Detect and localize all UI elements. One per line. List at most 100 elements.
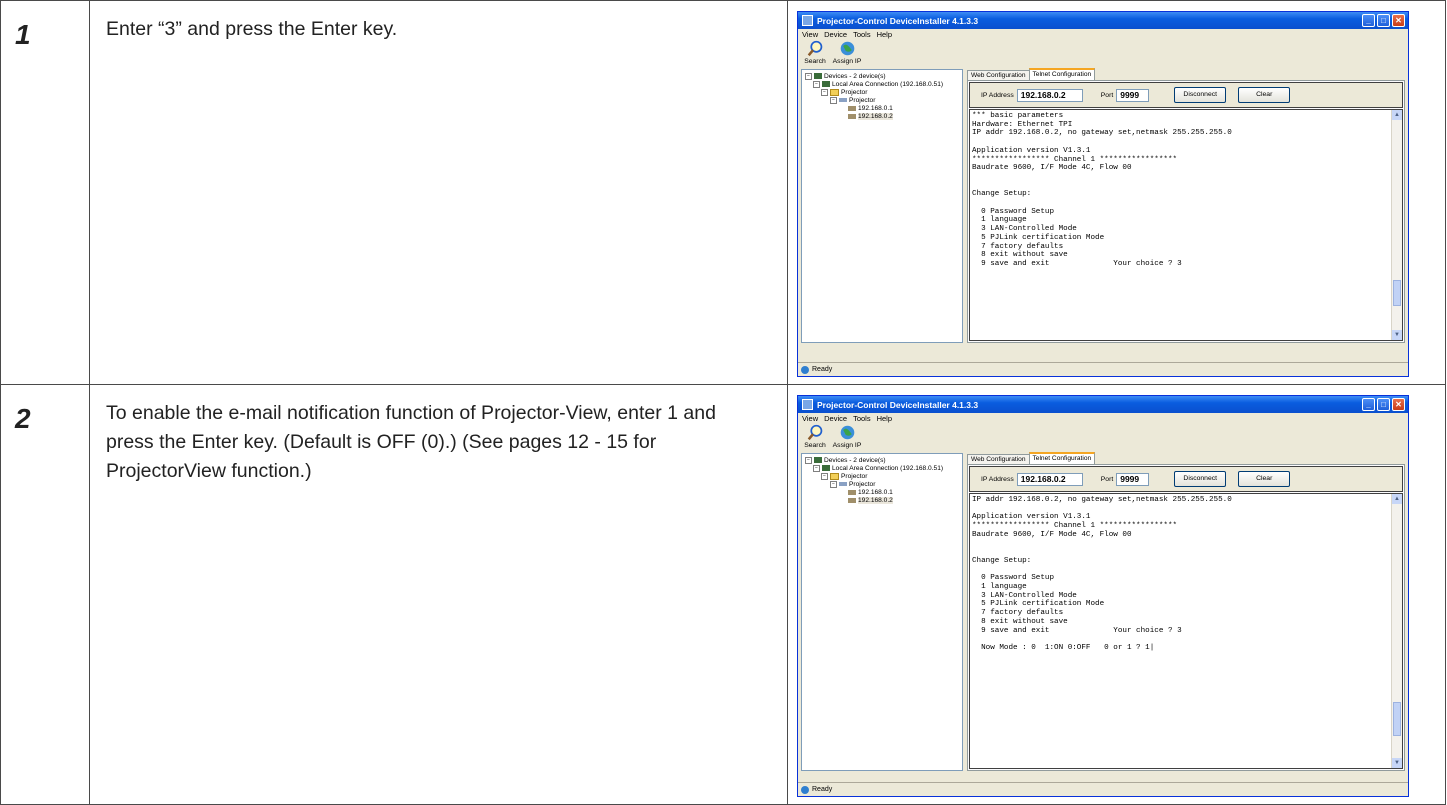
close-button[interactable]: ✕: [1392, 398, 1405, 411]
status-text: Ready: [812, 366, 833, 373]
close-button[interactable]: ✕: [1392, 14, 1405, 27]
tree-node-devices[interactable]: − Devices - 2 device(s): [802, 72, 962, 80]
collapse-icon[interactable]: −: [821, 88, 828, 96]
globe-icon: [840, 425, 854, 440]
menu-device[interactable]: Device: [824, 30, 847, 39]
menu-bar: View Device Tools Help: [798, 413, 1408, 423]
telnet-console[interactable]: *** basic parameters Hardware: Ethernet …: [969, 109, 1403, 341]
tree-node-device-2[interactable]: 192.168.0.2: [802, 496, 962, 504]
connection-bar: IP Address 192.168.0.2 Port 9999 Disconn…: [969, 466, 1403, 492]
device-tree: − Devices - 2 device(s) − Local Area Conne…: [801, 453, 963, 771]
tree-node-projector-type[interactable]: − Projector: [802, 96, 962, 104]
collapse-icon[interactable]: −: [813, 80, 820, 88]
step-number: 1: [15, 19, 31, 50]
console-scrollbar[interactable]: ▲ ▼: [1391, 110, 1402, 340]
search-icon: [807, 40, 822, 57]
menu-view[interactable]: View: [802, 30, 818, 39]
config-panel: Web Configuration Telnet Configuration I…: [967, 68, 1405, 343]
tree-node-projector-group[interactable]: − Projector: [802, 88, 962, 96]
tab-telnet-configuration[interactable]: Telnet Configuration: [1028, 452, 1096, 464]
console-output: *** basic parameters Hardware: Ethernet …: [972, 112, 1232, 268]
menu-tools[interactable]: Tools: [853, 414, 871, 423]
clear-button[interactable]: Clear: [1238, 471, 1291, 487]
collapse-icon[interactable]: −: [821, 472, 828, 480]
status-text: Ready: [812, 786, 833, 793]
folder-icon: [830, 472, 839, 480]
step-instruction: Enter “3” and press the Enter key.: [106, 18, 398, 40]
app-icon: [802, 399, 813, 410]
device-icon: [848, 489, 856, 495]
device-icon: [848, 105, 856, 111]
tab-web-configuration[interactable]: Web Configuration: [967, 70, 1030, 80]
menu-device[interactable]: Device: [824, 414, 847, 423]
ip-address-field[interactable]: 192.168.0.2: [1016, 88, 1083, 102]
tree-node-device-2[interactable]: 192.168.0.2: [802, 112, 962, 120]
assign-ip-button[interactable]: Assign IP: [833, 424, 861, 450]
scroll-up-icon[interactable]: ▲: [1392, 494, 1402, 504]
telnet-tab-body: IP Address 192.168.0.2 Port 9999 Disconn…: [967, 80, 1405, 343]
step-number-cell: 2: [0, 384, 90, 805]
steps-table: 1 Enter “3” and press the Enter key. Pro…: [0, 0, 1446, 805]
scroll-thumb[interactable]: [1393, 702, 1401, 736]
config-tabs: Web Configuration Telnet Configuration: [967, 68, 1405, 80]
search-icon: [807, 424, 822, 441]
network-icon: [822, 465, 830, 471]
title-bar: Projector-Control DeviceInstaller 4.1.3.…: [798, 396, 1408, 413]
assign-ip-button[interactable]: Assign IP: [833, 40, 861, 66]
app-icon: [802, 15, 813, 26]
step-text-cell: To enable the e-mail notification functi…: [89, 384, 788, 805]
disconnect-button[interactable]: Disconnect: [1174, 87, 1227, 103]
scroll-up-icon[interactable]: ▲: [1392, 110, 1402, 120]
menu-help[interactable]: Help: [877, 30, 892, 39]
telnet-console[interactable]: IP addr 192.168.0.2, no gateway set,netm…: [969, 493, 1403, 769]
tab-telnet-configuration[interactable]: Telnet Configuration: [1028, 68, 1096, 80]
tree-node-devices[interactable]: − Devices - 2 device(s): [802, 456, 962, 464]
menu-help[interactable]: Help: [877, 414, 892, 423]
step-text-cell: Enter “3” and press the Enter key.: [89, 0, 788, 385]
devices-icon: [814, 73, 822, 79]
port-field[interactable]: 9999: [1116, 88, 1150, 102]
tree-node-projector-group[interactable]: − Projector: [802, 472, 962, 480]
tab-web-configuration[interactable]: Web Configuration: [967, 454, 1030, 464]
collapse-icon[interactable]: −: [830, 480, 837, 488]
menu-view[interactable]: View: [802, 414, 818, 423]
clear-button[interactable]: Clear: [1238, 87, 1291, 103]
ip-address-field[interactable]: 192.168.0.2: [1016, 472, 1083, 486]
config-panel: Web Configuration Telnet Configuration I…: [967, 452, 1405, 771]
tree-node-device-1[interactable]: 192.168.0.1: [802, 488, 962, 496]
status-bar: Ready: [798, 782, 1408, 796]
port-label: Port: [1100, 91, 1114, 99]
tree-node-projector-type[interactable]: − Projector: [802, 480, 962, 488]
port-label: Port: [1100, 475, 1114, 483]
device-tree: − Devices - 2 device(s) − Local Area Conne…: [801, 69, 963, 343]
status-globe-icon: [801, 365, 809, 374]
menu-tools[interactable]: Tools: [853, 30, 871, 39]
menu-bar: View Device Tools Help: [798, 29, 1408, 39]
tree-node-connection[interactable]: − Local Area Connection (192.168.0.51): [802, 464, 962, 472]
status-globe-icon: [801, 785, 809, 794]
projector-icon: [839, 482, 847, 486]
maximize-button[interactable]: □: [1377, 14, 1390, 27]
disconnect-button[interactable]: Disconnect: [1174, 471, 1227, 487]
collapse-icon[interactable]: −: [805, 72, 812, 80]
collapse-icon[interactable]: −: [805, 456, 812, 464]
collapse-icon[interactable]: −: [830, 96, 837, 104]
minimize-button[interactable]: _: [1362, 398, 1375, 411]
search-button[interactable]: Search: [802, 40, 828, 66]
scroll-thumb[interactable]: [1393, 280, 1401, 306]
folder-icon: [830, 88, 839, 96]
collapse-icon[interactable]: −: [813, 464, 820, 472]
tree-node-device-1[interactable]: 192.168.0.1: [802, 104, 962, 112]
toolbar: Search Assign IP: [798, 423, 1408, 450]
scroll-down-icon[interactable]: ▼: [1392, 330, 1402, 340]
port-field[interactable]: 9999: [1116, 472, 1150, 486]
scroll-down-icon[interactable]: ▼: [1392, 758, 1402, 768]
status-bar: Ready: [798, 362, 1408, 376]
search-button[interactable]: Search: [802, 424, 828, 450]
maximize-button[interactable]: □: [1377, 398, 1390, 411]
minimize-button[interactable]: _: [1362, 14, 1375, 27]
step-row-1: 1 Enter “3” and press the Enter key. Pro…: [0, 0, 1446, 385]
window-title: Projector-Control DeviceInstaller 4.1.3.…: [817, 399, 979, 410]
console-scrollbar[interactable]: ▲ ▼: [1391, 494, 1402, 768]
tree-node-connection[interactable]: − Local Area Connection (192.168.0.51): [802, 80, 962, 88]
